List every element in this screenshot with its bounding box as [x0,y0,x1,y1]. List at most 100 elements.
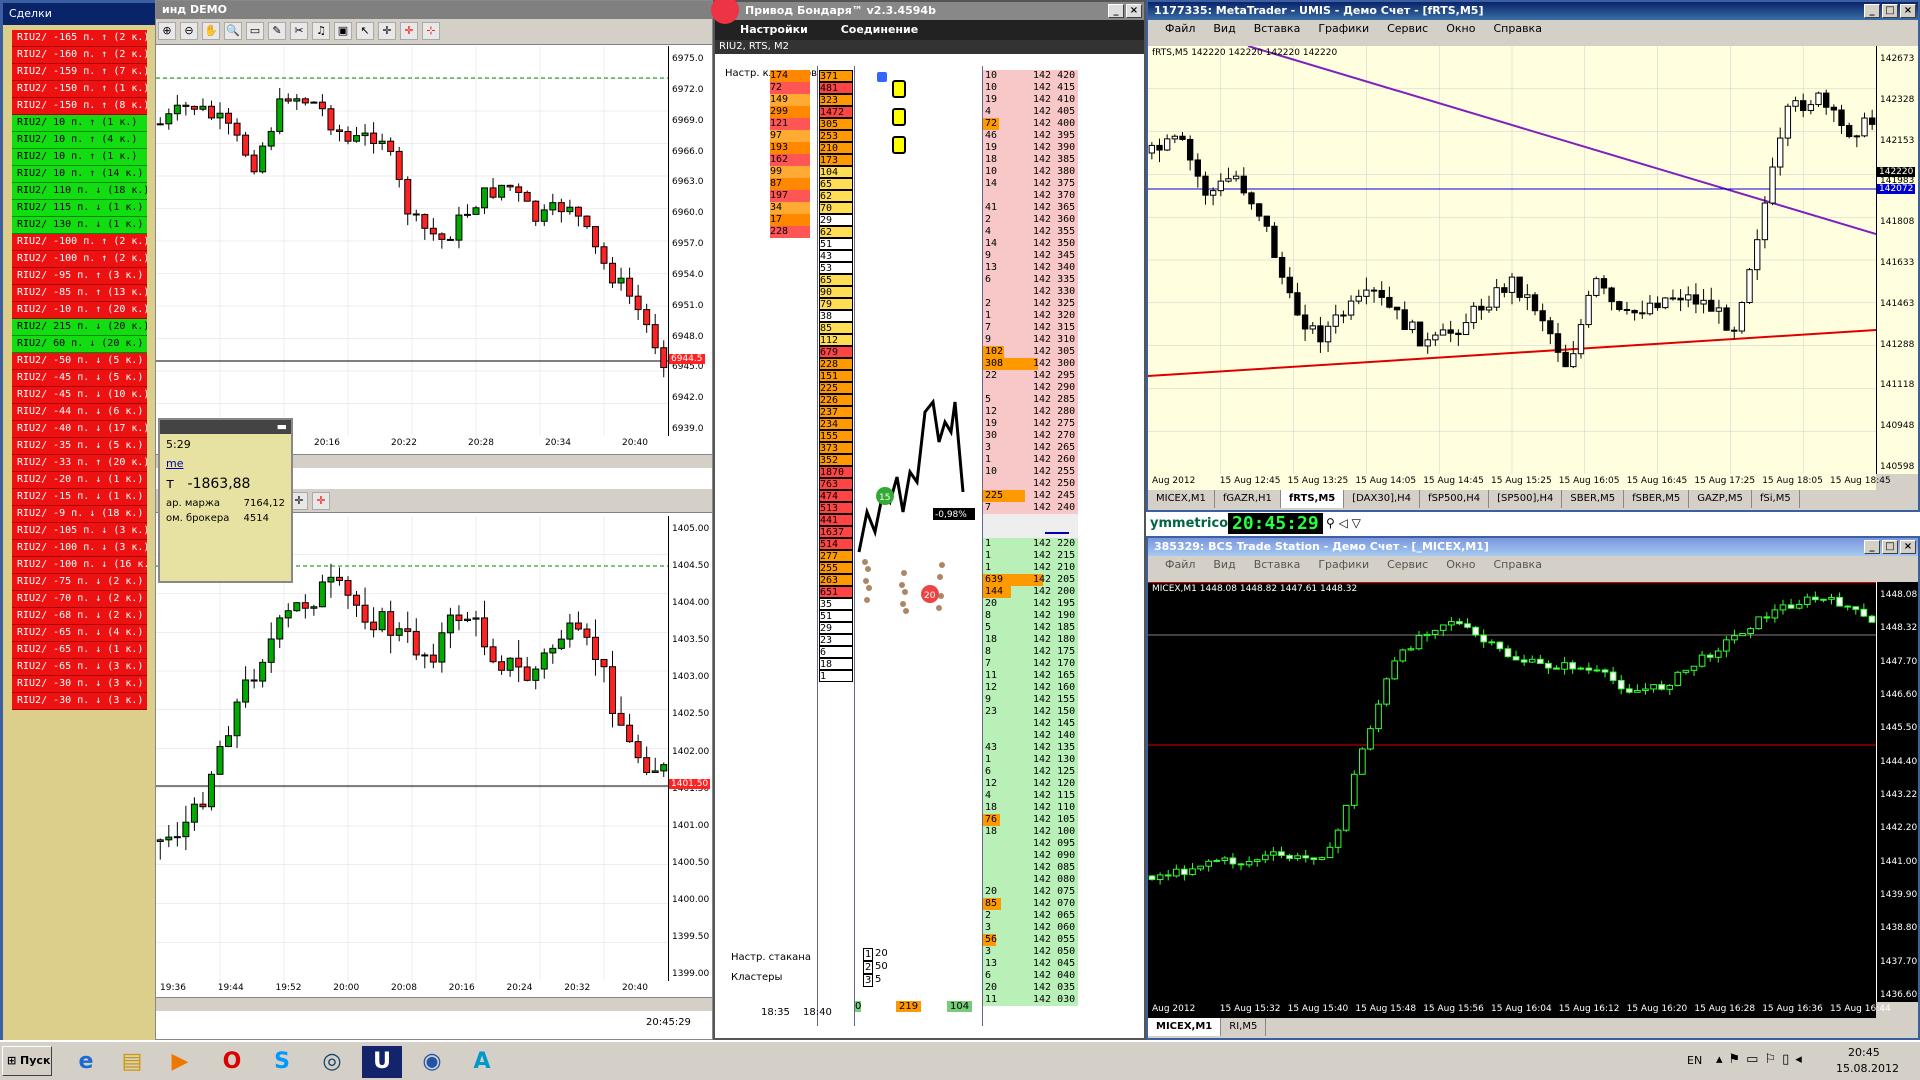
deal-row[interactable]: RIU2/ 10 п. ↑ (14 к.) [12,166,147,183]
chart-tab[interactable]: [SP500],H4 [1489,490,1563,508]
menu-item[interactable]: Файл [1156,558,1204,571]
app-swirl-icon[interactable]: ◎ [312,1046,352,1078]
chart-tab[interactable]: MICEX,M1 [1148,490,1215,508]
menu-item[interactable]: Сервис [1378,22,1437,35]
cross-red-icon[interactable]: ⊹ [422,22,440,40]
crosshair-red-icon-2[interactable]: ✛ [312,492,330,510]
deal-row[interactable]: RIU2/ -45 п. ↓ (5 к.) [12,370,147,387]
menu-item[interactable]: Вставка [1245,22,1310,35]
mt1-maximize-button[interactable]: □ [1882,4,1898,18]
start-button[interactable]: ⊞ Пуск [2,1046,52,1076]
deal-row[interactable]: RIU2/ 10 п. ↑ (1 к.) [12,115,147,132]
deal-row[interactable]: RIU2/ -100 п. ↑ (2 к.) [12,234,147,251]
deal-row[interactable]: RIU2/ -65 п. ↓ (1 к.) [12,642,147,659]
skype-icon[interactable]: S [262,1046,302,1078]
deal-row[interactable]: RIU2/ -100 п. ↓ (16 к.) [12,557,147,574]
chart-tab[interactable]: fGAZR,H1 [1215,490,1281,508]
crosshair-red-icon[interactable]: ✛ [400,22,418,40]
deal-row[interactable]: RIU2/ 10 п. ↑ (4 к.) [12,132,147,149]
deal-row[interactable]: RIU2/ -33 п. ↑ (20 к.) [12,455,147,472]
media-player-icon[interactable]: ▶ [160,1046,200,1078]
menu-item[interactable]: Справка [1484,558,1550,571]
clock-tools-icon[interactable]: ⚲ ◁ ▽ [1326,516,1361,530]
save-icon[interactable]: ▣ [334,22,352,40]
search-icon[interactable]: 🔍 [224,22,242,40]
mt1-close-button[interactable]: × [1900,4,1916,18]
chart-tab[interactable]: fSBER,M5 [1624,490,1690,508]
deal-row[interactable]: RIU2/ -20 п. ↓ (1 к.) [12,472,147,489]
deal-row[interactable]: RIU2/ -10 п. ↑ (20 к.) [12,302,147,319]
menu-item[interactable]: Справка [1484,22,1550,35]
cursor-icon[interactable]: ↖ [356,22,374,40]
mt2-close-button[interactable]: × [1900,540,1916,554]
menu-item[interactable]: Вид [1204,22,1244,35]
menu-item[interactable]: Вставка [1245,558,1310,571]
menu-item[interactable]: Окно [1437,558,1484,571]
chart-tab[interactable]: fSi,M5 [1752,490,1800,508]
deal-row[interactable]: RIU2/ 130 п. ↓ (1 к.) [12,217,147,234]
deal-row[interactable]: RIU2/ 10 п. ↑ (1 к.) [12,149,147,166]
deal-row[interactable]: RIU2/ -105 п. ↓ (3 к.) [12,523,147,540]
app-bars-icon[interactable]: ◉ [412,1046,452,1078]
deal-row[interactable]: RIU2/ -65 п. ↓ (4 к.) [12,625,147,642]
app-a-icon[interactable]: A [462,1046,502,1078]
deal-row[interactable]: RIU2/ -68 п. ↓ (2 к.) [12,608,147,625]
chart-tab[interactable]: fRTS,M5 [1280,490,1345,508]
deal-row[interactable]: RIU2/ -9 п. ↓ (18 к.) [12,506,147,523]
menu-item[interactable]: Файл [1156,22,1204,35]
explorer-icon[interactable]: ▤ [112,1046,152,1078]
bondar-close-button[interactable]: × [1126,4,1142,18]
chart-tab[interactable]: [DAX30],H4 [1344,490,1421,508]
chart-tab[interactable]: GAZP,M5 [1689,490,1752,508]
chart-tab[interactable]: SBER,M5 [1562,490,1625,508]
deal-row[interactable]: RIU2/ -40 п. ↓ (17 к.) [12,421,147,438]
deal-row[interactable]: RIU2/ -45 п. ↓ (10 к.) [12,387,147,404]
deal-row[interactable]: RIU2/ -30 п. ↓ (3 к.) [12,693,147,710]
menu-connection[interactable]: Соединение [821,23,928,36]
mt2-maximize-button[interactable]: □ [1882,540,1898,554]
deal-row[interactable]: RIU2/ -15 п. ↓ (1 к.) [12,489,147,506]
deal-row[interactable]: RIU2/ -70 п. ↓ (2 к.) [12,591,147,608]
deal-row[interactable]: RIU2/ 215 п. ↓ (20 к.) [12,319,147,336]
hand-icon[interactable]: ✋ [202,22,220,40]
menu-item[interactable]: Графики [1309,22,1378,35]
account-panel-close[interactable]: ▬ [160,420,291,434]
zoom-in-icon[interactable]: ⊕ [158,22,176,40]
zoom-out-icon[interactable]: ⊖ [180,22,198,40]
bondar-minimize-button[interactable]: _ [1108,4,1124,18]
language-indicator[interactable]: EN [1687,1054,1702,1067]
deal-row[interactable]: RIU2/ -30 п. ↓ (3 к.) [12,676,147,693]
menu-item[interactable]: Окно [1437,22,1484,35]
deal-row[interactable]: RIU2/ -100 п. ↑ (2 к.) [12,251,147,268]
scissors-icon[interactable]: ✂ [290,22,308,40]
mt1-minimize-button[interactable]: _ [1864,4,1880,18]
menu-settings[interactable]: Настройки [731,23,817,36]
bell-icon[interactable]: ♫ [312,22,330,40]
book-settings-button[interactable]: Настр. стакана [731,952,811,963]
app-u-icon[interactable]: U [362,1046,402,1078]
deal-row[interactable]: RIU2/ -44 п. ↓ (6 к.) [12,404,147,421]
clusters-button[interactable]: Клaстеры [731,972,811,983]
menu-item[interactable]: Сервис [1378,558,1437,571]
mt2-minimize-button[interactable]: _ [1864,540,1880,554]
deal-row[interactable]: RIU2/ -35 п. ↓ (5 к.) [12,438,147,455]
draw-icon[interactable]: ✎ [268,22,286,40]
menu-item[interactable]: Графики [1309,558,1378,571]
chart-type-icon[interactable]: ▭ [246,22,264,40]
left-bottom-scrollbar[interactable] [156,997,712,1011]
deal-row[interactable]: RIU2/ 110 п. ↓ (18 к.) [12,183,147,200]
deal-row[interactable]: RIU2/ -100 п. ↓ (3 к.) [12,540,147,557]
deal-row[interactable]: RIU2/ -165 п. ↑ (2 к.) [12,30,147,47]
account-name[interactable]: me [160,455,291,472]
deal-row[interactable]: RIU2/ -65 п. ↓ (3 к.) [12,659,147,676]
crosshair-icon[interactable]: ✛ [378,22,396,40]
ie-icon[interactable]: e [66,1046,106,1078]
deal-row[interactable]: RIU2/ -150 п. ↑ (1 к.) [12,81,147,98]
menu-item[interactable]: Вид [1204,558,1244,571]
deal-row[interactable]: RIU2/ -95 п. ↑ (3 к.) [12,268,147,285]
chart-tab[interactable]: MICEX,M1 [1148,1018,1222,1036]
deal-row[interactable]: RIU2/ -75 п. ↓ (2 к.) [12,574,147,591]
deal-row[interactable]: RIU2/ -160 п. ↑ (2 к.) [12,47,147,64]
chart-tab[interactable]: fSP500,H4 [1420,490,1490,508]
deal-row[interactable]: RIU2/ -159 п. ↑ (7 к.) [12,64,147,81]
